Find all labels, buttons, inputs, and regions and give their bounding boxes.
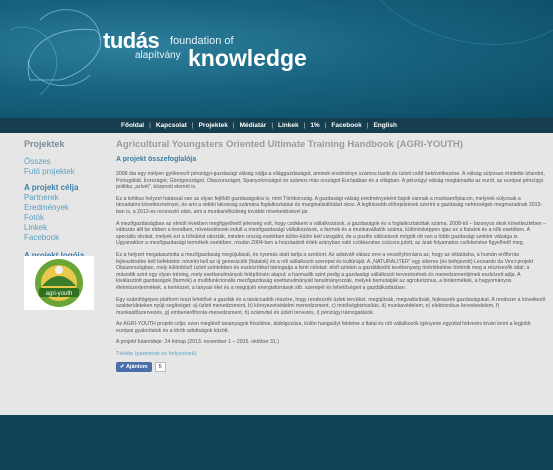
page-title: Agricultural Youngsters Oriented Ultimat… [116,139,463,150]
nav-facebook[interactable]: Facebook [331,122,361,129]
nav-separator: | [232,122,235,129]
map-link[interactable]: Térkép (partnerek és helyszínek) [116,351,546,357]
nav-links[interactable]: Linkek [278,122,299,129]
nav-projects[interactable]: Projektek [199,122,228,129]
site-footer [0,415,553,470]
content-area: Projektek Összes Futó projektek A projek… [0,133,553,415]
sidebar-item-results[interactable]: Eredmények [24,203,104,213]
paragraph: Egy számítógépes platform teszi lehetővé… [116,296,546,316]
nav-media[interactable]: Médiatár [240,122,267,129]
nav-english[interactable]: English [373,122,396,129]
nav-home[interactable]: Főoldal [121,122,144,129]
logo-text: agri-youth [46,291,73,297]
sidebar: Projektek Összes Futó projektek A projek… [24,139,104,310]
main-content: Agricultural Youngsters Oriented Ultimat… [116,139,546,373]
paragraph: 2008 óta egy mélyen gyökerező pénzügyi-g… [116,171,545,191]
sidebar-item-links[interactable]: Linkek [24,223,104,233]
sidebar-item-goal[interactable]: A projekt célja [24,183,104,193]
sidebar-item-photos[interactable]: Fotók [24,213,104,223]
agri-youth-logo: agri-youth [24,256,94,310]
like-widget: ✔ Ajánlom 5 [116,362,546,373]
like-count: 5 [154,362,166,373]
nav-separator: | [303,122,306,129]
nav-one-percent[interactable]: 1% [310,122,319,129]
paragraph: Ez a helyzet megakasztotta a mezőgazdasá… [116,251,534,291]
nav-separator: | [324,122,327,129]
nav-separator: | [366,122,369,129]
nav-separator: | [149,122,151,129]
main-nav: Főoldal | Kapcsolat | Projektek | Médiat… [0,118,553,133]
paragraph: Ez a kritikus helyzet hatással van az ol… [116,195,543,215]
sidebar-item-partners[interactable]: Partnerek [24,193,104,203]
sidebar-item-facebook[interactable]: Facebook [24,233,104,243]
paragraph: A mezőgazdaságban az elmúlt években megf… [116,220,546,247]
nav-contact[interactable]: Kapcsolat [156,122,187,129]
like-button[interactable]: ✔ Ajánlom [116,362,152,373]
sidebar-item-all[interactable]: Összes [24,157,104,167]
sidebar-item-running[interactable]: Futó projektek [24,167,104,177]
paragraph: Az AGRI-YOUTH projekt célja: ezen meglév… [116,321,531,334]
nav-separator: | [271,122,274,129]
site-header: tudás foundation of alapítvány knowledge [0,0,553,118]
project-duration: A projekt futamideje: 24 hónap (2013. no… [116,339,279,346]
brand-knowledge: knowledge [188,45,307,71]
sidebar-title: Projektek [24,139,65,149]
like-label: Ajánlom [125,364,148,371]
nav-separator: | [191,122,194,129]
section-title: A projekt összefoglalója [116,156,197,163]
brand-alapitvany: alapítvány [135,50,181,61]
